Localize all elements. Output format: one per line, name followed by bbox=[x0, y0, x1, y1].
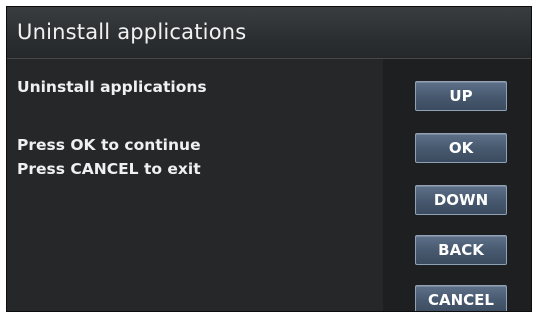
button-panel: UP OK DOWN BACK CANCEL bbox=[383, 59, 531, 311]
message-area: Uninstall applications Press OK to conti… bbox=[7, 59, 383, 311]
printer-panel-screen: Uninstall applications Uninstall applica… bbox=[6, 6, 532, 312]
cancel-button[interactable]: CANCEL bbox=[415, 285, 507, 311]
up-button[interactable]: UP bbox=[415, 81, 507, 111]
page-title: Uninstall applications bbox=[17, 20, 247, 44]
title-bar: Uninstall applications bbox=[7, 7, 531, 59]
message-heading: Uninstall applications bbox=[17, 78, 207, 96]
back-button[interactable]: BACK bbox=[415, 235, 507, 265]
down-button[interactable]: DOWN bbox=[415, 185, 507, 215]
ok-button[interactable]: OK bbox=[415, 133, 507, 163]
ok-instruction: Press OK to continue bbox=[17, 136, 201, 154]
cancel-instruction: Press CANCEL to exit bbox=[17, 160, 201, 178]
